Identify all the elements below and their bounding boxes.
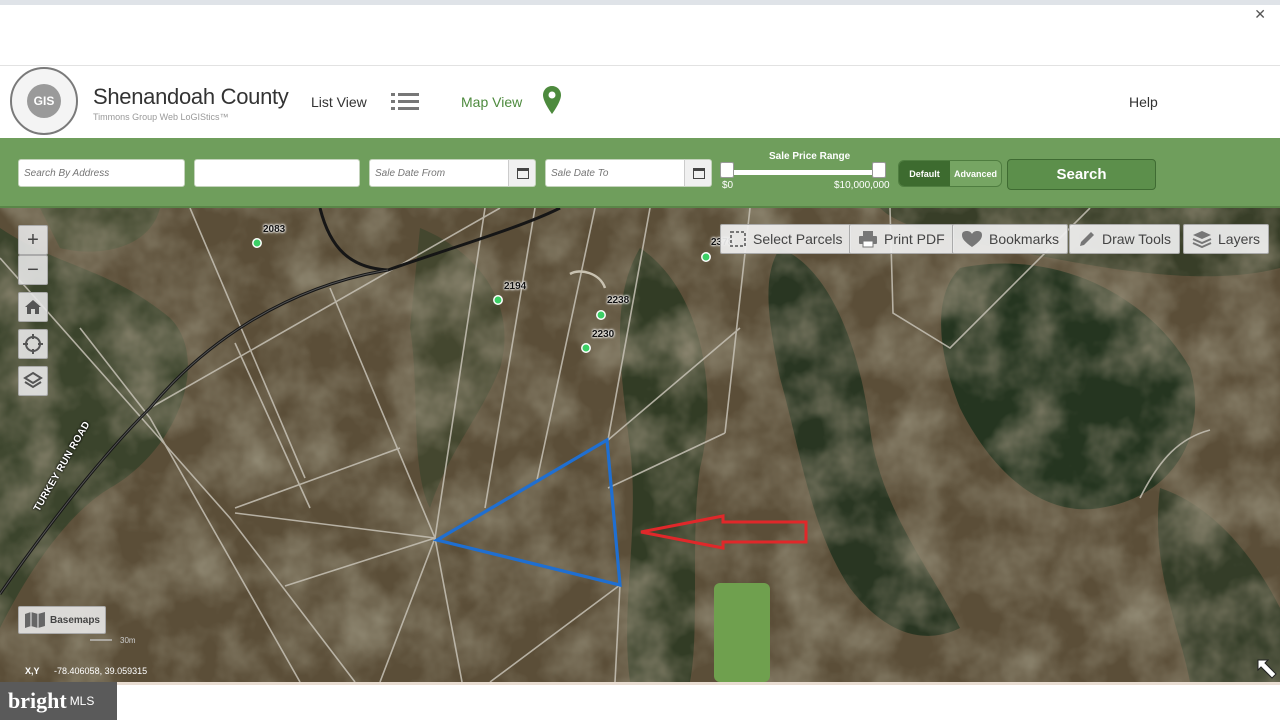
search-mode-toggle: Default Advanced <box>898 160 1002 187</box>
locate-icon <box>23 334 43 354</box>
county-logo: GIS <box>10 67 78 135</box>
parcel-label: 2194 <box>504 281 527 292</box>
expand-arrow-icon[interactable] <box>1256 658 1278 680</box>
basemaps-button[interactable]: Basemaps <box>18 606 106 634</box>
mode-default-button[interactable]: Default <box>899 161 950 186</box>
calendar-icon[interactable] <box>508 159 536 187</box>
layers-button[interactable]: Layers <box>1183 224 1270 254</box>
nav-map-view[interactable]: Map View <box>461 94 522 110</box>
map-canvas[interactable]: 2083 2194 2238 2230 2378 TURKEY RUN ROAD… <box>0 208 1280 682</box>
price-min-value: $0 <box>722 180 734 191</box>
layers-label: Layers <box>1218 231 1261 247</box>
nav-list-view[interactable]: List View <box>311 94 367 110</box>
coordinate-readout: X,Y -78.406058, 39.059315 <box>25 666 147 676</box>
locate-button[interactable] <box>18 329 48 359</box>
price-min-handle[interactable] <box>720 162 734 178</box>
close-icon[interactable]: ✕ <box>1254 6 1266 23</box>
brand-name: Shenandoah County <box>93 84 289 109</box>
parcel-label: 2230 <box>592 329 615 340</box>
bookmarks-button[interactable]: Bookmarks <box>952 224 1069 254</box>
mode-advanced-button[interactable]: Advanced <box>950 161 1001 186</box>
printer-icon <box>859 231 877 248</box>
select-icon <box>730 231 746 247</box>
price-max-handle[interactable] <box>872 162 886 178</box>
watermark-suffix: MLS <box>69 694 95 708</box>
brand: Shenandoah County Timmons Group Web LoGI… <box>93 84 289 122</box>
page: ✕ GIS Shenandoah County Timmons Group We… <box>0 0 1280 720</box>
basemaps-label: Basemaps <box>49 614 100 626</box>
pencil-icon <box>1080 232 1094 246</box>
home-button[interactable] <box>18 292 48 322</box>
zoom-out-button[interactable]: − <box>18 255 48 285</box>
map-pin-icon[interactable] <box>543 86 561 114</box>
extent-button[interactable] <box>18 366 48 396</box>
map-icon <box>24 612 45 628</box>
calendar-icon[interactable] <box>684 159 712 187</box>
select-parcels-button[interactable]: Select Parcels <box>720 224 852 254</box>
parcel-label: 2083 <box>263 224 286 235</box>
heart-icon <box>962 231 982 247</box>
scale-bar-label: 30m <box>120 636 136 645</box>
help-link[interactable]: Help <box>1129 94 1158 110</box>
home-icon <box>25 300 41 314</box>
layers-stack-icon <box>23 371 43 389</box>
app-header: GIS Shenandoah County Timmons Group Web … <box>0 66 1280 138</box>
zoom-in-button[interactable]: + <box>18 225 48 255</box>
sale-date-to-input[interactable] <box>545 159 685 187</box>
bookmarks-label: Bookmarks <box>989 231 1060 247</box>
price-range-label: Sale Price Range <box>769 151 851 162</box>
parcel-label: 2238 <box>607 295 630 306</box>
browser-top-bar: ✕ <box>0 0 1280 66</box>
footer-bar <box>0 682 1280 720</box>
watermark-brand: bright <box>8 688 67 713</box>
draw-tools-label: Draw Tools <box>1102 231 1171 247</box>
search-toolbar: Sale Price Range $0 $10,000,000 Default … <box>0 138 1280 208</box>
price-max-value: $10,000,000 <box>834 180 890 191</box>
sale-date-from-input[interactable] <box>369 159 509 187</box>
layers-icon <box>1192 231 1212 248</box>
top-strip <box>0 0 1280 5</box>
brand-subtitle: Timmons Group Web LoGIStics™ <box>93 112 229 122</box>
address-search-input[interactable] <box>18 159 185 187</box>
secondary-search-input[interactable] <box>194 159 360 187</box>
coords-value: -78.406058, 39.059315 <box>54 666 148 676</box>
list-icon[interactable] <box>391 92 419 110</box>
search-button[interactable]: Search <box>1007 159 1156 190</box>
draw-tools-button[interactable]: Draw Tools <box>1069 224 1180 254</box>
bright-mls-watermark: bright MLS <box>0 682 117 720</box>
logo-text: GIS <box>27 84 61 118</box>
print-pdf-label: Print PDF <box>884 231 945 247</box>
price-range-slider[interactable] <box>728 170 880 175</box>
print-pdf-button[interactable]: Print PDF <box>849 224 954 254</box>
select-parcels-label: Select Parcels <box>753 231 843 247</box>
coords-label: X,Y <box>25 666 40 676</box>
aerial-imagery <box>0 208 1280 682</box>
